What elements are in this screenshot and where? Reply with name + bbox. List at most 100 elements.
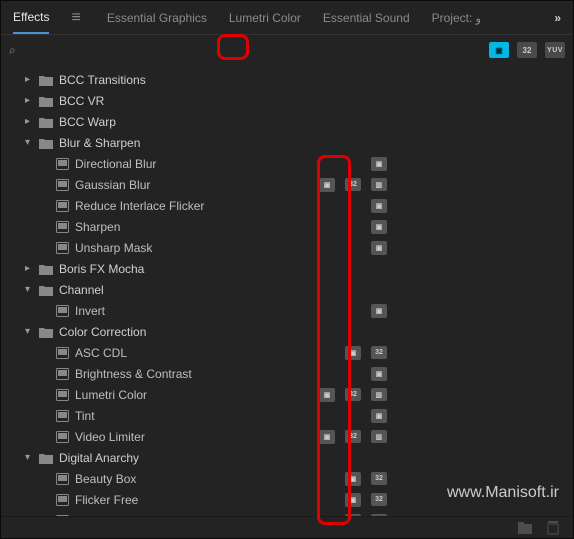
filter-accelerated-icon[interactable]: ▣ (489, 42, 509, 58)
32bit-badge-icon: 32 (345, 178, 361, 191)
effect-row[interactable]: ASC CDL▣32 (1, 342, 573, 363)
accelerated-badge-icon: ▣ (371, 304, 387, 318)
accelerated-badge-icon: ▣ (371, 241, 387, 255)
folder-row[interactable]: ▸ BCC VR (1, 90, 573, 111)
folder-icon (37, 137, 55, 149)
folder-icon (37, 263, 55, 275)
row-badges: ▣32▥ (319, 178, 573, 192)
preset-icon (53, 473, 71, 485)
panel-footer (1, 516, 573, 538)
folder-row[interactable]: ▸ Boris FX Mocha (1, 258, 573, 279)
panel-menu-icon[interactable]: ≡ (71, 9, 80, 27)
effect-row[interactable]: Invert▣ (1, 300, 573, 321)
disclosure-caret-icon[interactable] (41, 242, 53, 253)
accelerated-badge-icon: ▣ (319, 430, 335, 444)
disclosure-caret-icon[interactable]: ▾ (25, 137, 37, 148)
disclosure-caret-icon[interactable] (41, 158, 53, 169)
accelerated-badge-icon: ▣ (319, 388, 335, 402)
disclosure-caret-icon[interactable] (41, 347, 53, 358)
delete-icon[interactable] (545, 521, 561, 535)
tab-effects[interactable]: Effects (13, 2, 49, 34)
disclosure-caret-icon[interactable] (41, 305, 53, 316)
effect-row[interactable]: Tint ▣ (1, 405, 573, 426)
row-label: Sharpen (75, 220, 120, 234)
disclosure-caret-icon[interactable] (41, 473, 53, 484)
yuv-badge-icon: ▥ (371, 388, 387, 401)
effect-row[interactable]: Video Limiter▣32▥ (1, 426, 573, 447)
folder-row[interactable]: ▸BCC Warp (1, 111, 573, 132)
filter-badges: ▣ 32 YUV (489, 42, 565, 58)
row-badges: ▣ (371, 220, 573, 234)
preset-icon (53, 242, 71, 254)
disclosure-caret-icon[interactable] (41, 494, 53, 505)
disclosure-caret-icon[interactable]: ▾ (25, 452, 37, 463)
effect-row[interactable]: Sharpen ▣ (1, 216, 573, 237)
tab-project[interactable]: Project: و (432, 3, 481, 33)
search-input[interactable] (28, 40, 483, 60)
disclosure-caret-icon[interactable]: ▸ (25, 263, 37, 274)
row-label: Brightness & Contrast (75, 367, 192, 381)
new-bin-icon[interactable] (517, 521, 533, 535)
folder-row[interactable]: ▾ Channel (1, 279, 573, 300)
effect-row[interactable]: Brightness & Contrast ▣ (1, 363, 573, 384)
filter-yuv-icon[interactable]: YUV (545, 42, 565, 58)
disclosure-caret-icon[interactable] (41, 221, 53, 232)
disclosure-caret-icon[interactable]: ▸ (25, 74, 37, 85)
row-label: Blur & Sharpen (59, 136, 140, 150)
folder-row[interactable]: ▾Digital Anarchy (1, 447, 573, 468)
effect-row[interactable]: Directional Blur▣ (1, 153, 573, 174)
preset-icon (53, 389, 71, 401)
effect-row[interactable]: Unsharp Mask▣ (1, 237, 573, 258)
row-label: Reduce Interlace Flicker (75, 199, 204, 213)
accelerated-badge-icon: ▣ (371, 157, 387, 171)
row-label: Gaussian Blur (75, 178, 150, 192)
folder-icon (37, 326, 55, 338)
row-label: BCC VR (59, 94, 104, 108)
effect-row[interactable]: Reduce Interlace Flicker▣ (1, 195, 573, 216)
accelerated-badge-icon: ▣ (371, 220, 387, 234)
32bit-badge-icon: 32 (371, 493, 387, 506)
row-label: Channel (59, 283, 104, 297)
folder-row[interactable]: ▾ Color Correction (1, 321, 573, 342)
disclosure-caret-icon[interactable]: ▸ (25, 95, 37, 106)
effect-row[interactable]: Beauty Box▣32 (1, 468, 573, 489)
effect-row[interactable]: Gaussian Blur▣32▥ (1, 174, 573, 195)
panel-tabs: Effects ≡ Essential Graphics Lumetri Col… (1, 1, 573, 35)
row-badges: ▣ (371, 157, 573, 171)
accelerated-badge-icon: ▣ (345, 472, 361, 486)
disclosure-caret-icon[interactable]: ▾ (25, 284, 37, 295)
tab-essential-graphics[interactable]: Essential Graphics (107, 3, 207, 33)
row-label: Video Limiter (75, 430, 145, 444)
filter-32bit-icon[interactable]: 32 (517, 42, 537, 58)
disclosure-caret-icon[interactable]: ▾ (25, 326, 37, 337)
row-label: ASC CDL (75, 346, 127, 360)
preset-icon (53, 368, 71, 380)
effect-row[interactable]: Lumetri Color▣32▥ (1, 384, 573, 405)
preset-icon (53, 431, 71, 443)
disclosure-caret-icon[interactable] (41, 368, 53, 379)
folder-row[interactable]: ▸BCC Transitions (1, 69, 573, 90)
row-badges: ▣ (371, 304, 573, 318)
effects-tree: ▸BCC Transitions▸BCC VR▸BCC Warp▾Blur & … (1, 65, 573, 516)
folder-row[interactable]: ▾ Blur & Sharpen (1, 132, 573, 153)
row-label: Tint (75, 409, 95, 423)
32bit-badge-icon: 32 (371, 472, 387, 485)
disclosure-caret-icon[interactable]: ▸ (25, 116, 37, 127)
row-label: Color Correction (59, 325, 146, 339)
disclosure-caret-icon[interactable] (41, 431, 53, 442)
disclosure-caret-icon[interactable] (41, 389, 53, 400)
effect-row[interactable]: Flicker Free▣32 (1, 489, 573, 510)
accelerated-badge-icon: ▣ (371, 409, 387, 423)
search-bar: ⌕ ▣ 32 YUV (1, 35, 573, 65)
tabs-overflow-icon[interactable]: » (554, 11, 561, 25)
preset-icon (53, 221, 71, 233)
tab-lumetri-color[interactable]: Lumetri Color (229, 3, 301, 33)
accelerated-badge-icon: ▣ (319, 178, 335, 192)
row-label: Boris FX Mocha (59, 262, 144, 276)
preset-icon (53, 305, 71, 317)
disclosure-caret-icon[interactable] (41, 179, 53, 190)
disclosure-caret-icon[interactable] (41, 200, 53, 211)
tab-essential-sound[interactable]: Essential Sound (323, 3, 410, 33)
row-badges: ▣ (371, 367, 573, 381)
disclosure-caret-icon[interactable] (41, 410, 53, 421)
